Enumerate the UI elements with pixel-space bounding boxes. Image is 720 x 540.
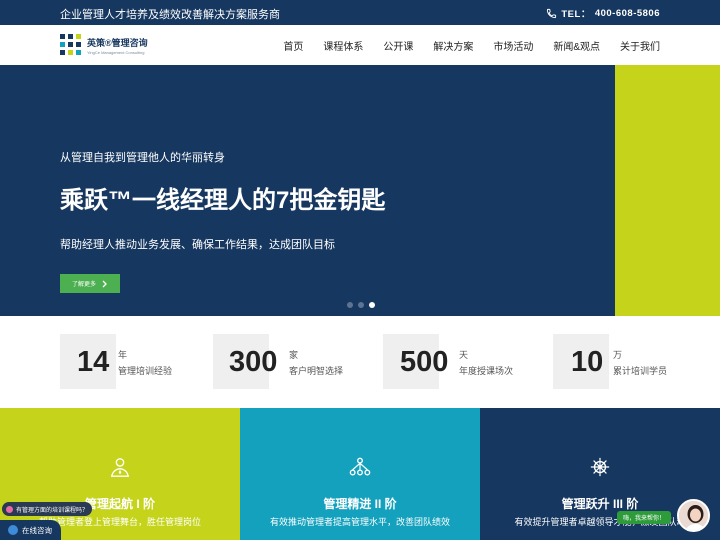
hero-description: 帮助经理人推动业务发展、确保工作结果，达成团队目标 <box>60 239 335 251</box>
team-network-icon <box>349 457 371 476</box>
stat-label: 累计培训学员 <box>613 366 668 376</box>
phone-icon <box>547 8 557 18</box>
nav-news[interactable]: 新闻&观点 <box>553 38 600 53</box>
hero-banner: 从管理自我到管理他人的华丽转身 乘跃™一线经理人的7把金钥匙 帮助经理人推动业务… <box>0 65 615 316</box>
chat-prompt-text: 有管理方面的培训课程吗？ <box>16 507 89 514</box>
stat-number: 14 <box>77 346 110 378</box>
nav-home[interactable]: 首页 <box>283 38 303 53</box>
chat-prompt-bubble[interactable]: 有管理方面的培训课程吗？ <box>2 502 93 516</box>
logo-mark-icon <box>60 34 82 56</box>
stat-label: 年度授课场次 <box>459 366 514 376</box>
stat-unit: 天 <box>459 350 469 360</box>
hero-accent-block <box>615 65 720 316</box>
nav-courses[interactable]: 课程体系 <box>323 38 363 53</box>
brand-logo[interactable]: 英策®管理咨询 YingCe Management Consulting <box>60 33 148 57</box>
chat-bubble-icon <box>8 525 18 535</box>
learn-more-label: 了解更多 <box>71 282 96 288</box>
online-consult-label: 在线咨询 <box>22 525 52 535</box>
carousel-dot[interactable] <box>358 302 364 308</box>
nav-events[interactable]: 市场活动 <box>493 38 533 53</box>
top-info-bar: 企业管理人才培养及绩效改善解决方案服务商 TEL： 400-608-5806 <box>0 0 720 25</box>
carousel-dot[interactable] <box>347 302 353 308</box>
online-consult-button[interactable]: 在线咨询 <box>0 520 61 540</box>
stat-unit: 万 <box>613 350 623 360</box>
stat-number: 300 <box>229 346 278 378</box>
hero-kicker: 从管理自我到管理他人的华丽转身 <box>60 152 225 164</box>
user-badge-icon <box>110 458 130 477</box>
assistant-avatar[interactable] <box>677 499 710 532</box>
carousel-dot-active[interactable] <box>369 302 375 308</box>
primary-nav: 首页 课程体系 公开课 解决方案 市场活动 新闻&观点 关于我们 <box>283 25 660 65</box>
nav-solutions[interactable]: 解决方案 <box>433 38 473 53</box>
stat-number: 10 <box>571 346 604 378</box>
assistant-greeting[interactable]: 嗨，我来帮你！ <box>617 511 671 524</box>
stat-unit: 年 <box>118 350 128 360</box>
brand-name-en: YingCe Management Consulting <box>87 49 145 55</box>
phone-contact[interactable]: TEL： 400-608-5806 <box>546 6 660 20</box>
phone-label: TEL： <box>561 9 591 20</box>
chevron-right-icon <box>102 280 107 287</box>
panel-description: 有效推动管理者提高管理水平，改善团队绩效 <box>269 517 450 527</box>
chat-dot-icon <box>6 505 13 513</box>
phone-number: 400-608-5806 <box>594 7 660 19</box>
company-tagline: 企业管理人才培养及绩效改善解决方案服务商 <box>60 9 280 21</box>
stats-strip: 14 年 管理培训经验 300 家 客户明智选择 500 天 年度授课场次 10… <box>0 316 720 408</box>
brand-name: 英策®管理咨询 <box>87 37 148 48</box>
hero-title: 乘跃™一线经理人的7把金钥匙 <box>60 187 386 214</box>
stat-label: 客户明智选择 <box>289 366 344 376</box>
nav-about[interactable]: 关于我们 <box>620 38 660 53</box>
course-panel-level-2[interactable]: 管理精进 II 阶 有效推动管理者提高管理水平，改善团队绩效 <box>240 408 480 540</box>
main-navbar: 英策®管理咨询 YingCe Management Consulting 首页 … <box>0 25 720 65</box>
stat-unit: 家 <box>289 350 299 360</box>
stat-label: 管理培训经验 <box>118 366 173 376</box>
carousel-dots <box>347 302 375 308</box>
panel-title: 管理精进 II 阶 <box>323 497 397 511</box>
stat-number: 500 <box>400 346 449 378</box>
ship-wheel-icon <box>590 457 610 477</box>
nav-public-courses[interactable]: 公开课 <box>383 38 413 53</box>
learn-more-button[interactable]: 了解更多 <box>60 274 120 293</box>
